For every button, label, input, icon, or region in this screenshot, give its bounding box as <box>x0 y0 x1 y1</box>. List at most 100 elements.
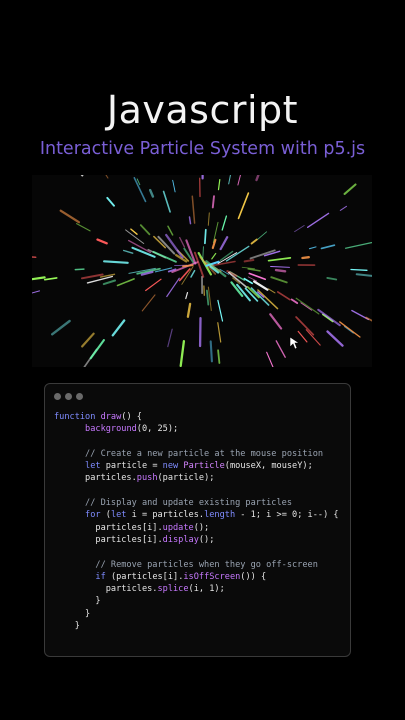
code-token: // Display and update existing particles <box>54 498 292 509</box>
particle-streak <box>221 215 228 231</box>
particle-streak <box>217 299 224 322</box>
code-line: particles.splice(i, 1); <box>54 583 339 595</box>
code-line: // Create a new particle at the mouse po… <box>54 448 339 460</box>
page-title: Javascript <box>106 88 299 132</box>
particle-streak <box>51 319 71 336</box>
particle-streak <box>290 298 299 305</box>
code-token: if <box>95 571 106 582</box>
code-token: background <box>85 424 137 435</box>
code-line: particles.push(particle); <box>54 472 339 484</box>
particle-streak <box>355 273 372 277</box>
particle-streak <box>269 313 283 330</box>
particle-streak <box>237 192 250 220</box>
code-line: for (let i = particles.length - 1; i >= … <box>54 509 339 521</box>
code-token: update <box>162 522 194 533</box>
particle-streak <box>166 277 180 298</box>
particle-streak <box>167 328 173 348</box>
particle-streak <box>308 246 317 250</box>
particle-streak <box>267 288 276 294</box>
code-token: } <box>54 621 80 632</box>
particle-streak <box>205 289 210 306</box>
code-token: particles. <box>54 584 158 595</box>
particle-streak <box>211 195 215 209</box>
code-token: splice <box>157 584 189 595</box>
particle-streak <box>343 183 357 195</box>
particle-streak <box>266 351 274 367</box>
code-line: let particle = new Particle(mouseX, mous… <box>54 460 339 472</box>
code-token: i = particles. <box>126 510 205 521</box>
particle-streak <box>294 225 305 233</box>
particle-streak <box>116 278 135 287</box>
particle-streak <box>209 340 213 363</box>
particle-streak <box>274 268 287 273</box>
code-token: } <box>54 608 91 619</box>
code-line: } <box>54 595 339 607</box>
particle-streak <box>305 329 321 346</box>
particle-streak <box>277 291 291 301</box>
particle-streak <box>76 223 91 232</box>
particle-streak <box>255 175 260 182</box>
particle-streak <box>122 249 134 254</box>
particle-streak <box>32 290 40 294</box>
code-token: new <box>162 461 179 472</box>
window-dot <box>76 393 83 400</box>
particle-streak <box>301 256 310 260</box>
code-token: // Remove particles when they go off-scr… <box>54 559 318 570</box>
particle-streak <box>145 278 162 292</box>
particle-streak <box>185 291 189 300</box>
particle-streak <box>191 195 196 224</box>
code-token: (); <box>198 534 215 545</box>
code-line: } <box>54 608 339 620</box>
particle-streak <box>228 175 231 185</box>
code-token: display <box>162 534 199 545</box>
code-token: push <box>136 473 158 484</box>
particle-streak <box>106 196 115 207</box>
particle-streak <box>59 209 81 224</box>
particle-streak <box>365 316 372 322</box>
particle-streak <box>103 260 129 264</box>
code-token: particles. <box>54 473 137 484</box>
particle-streak <box>237 175 241 186</box>
code-line: particles[i].update(); <box>54 522 339 534</box>
code-line: } <box>54 620 339 632</box>
particle-streak <box>141 294 156 312</box>
code-token: (mouseX, mouseY); <box>224 461 313 472</box>
particle-streak <box>339 321 361 338</box>
particle-streak <box>111 319 126 337</box>
particle-streak <box>267 257 292 262</box>
particle-streak <box>207 212 210 226</box>
particle-streak <box>243 258 255 263</box>
particle-canvas[interactable] <box>32 175 372 367</box>
particle-streak <box>44 277 58 281</box>
code-line: background(0, 25); <box>54 423 339 435</box>
particle-streak <box>130 228 138 235</box>
particle-streak <box>297 330 308 343</box>
code-token: draw <box>100 412 122 422</box>
window-dot <box>65 393 72 400</box>
particle-streak <box>217 349 221 364</box>
particle-streak <box>81 332 95 348</box>
particle-svg[interactable] <box>32 175 372 367</box>
code-token: (particle); <box>157 473 215 484</box>
mouse-cursor-icon <box>289 336 300 350</box>
window-dot <box>54 393 61 400</box>
code-token: ()) { <box>240 571 267 582</box>
particle-streak <box>300 302 313 311</box>
particle-streak <box>270 276 288 284</box>
particle-streak <box>307 212 330 228</box>
code-token: } <box>54 596 101 607</box>
particle-streak <box>326 330 344 347</box>
code-token: particle = <box>100 461 163 472</box>
particle-streak <box>211 238 217 250</box>
particle-streak <box>172 179 176 193</box>
particle-streak <box>105 175 109 179</box>
code-line: particles[i].display(); <box>54 534 339 546</box>
particle-streak <box>270 266 290 268</box>
particle-streak <box>179 340 186 367</box>
particle-streak <box>217 322 222 343</box>
particle-streak <box>96 238 108 245</box>
